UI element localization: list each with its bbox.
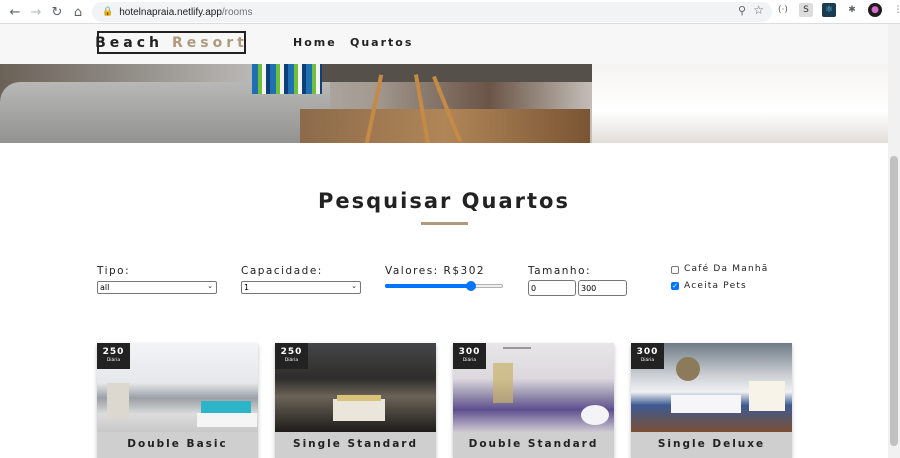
tamanho-max-input[interactable]: 300	[578, 280, 627, 296]
tipo-select[interactable]: all ⌄	[97, 281, 217, 294]
room-price-period: Diária	[106, 358, 121, 363]
room-price-badge: 250 Diária	[275, 343, 308, 369]
room-photo-bed	[671, 395, 741, 413]
lock-icon: 🔒	[102, 7, 114, 17]
capacidade-label: Capacidade:	[241, 265, 323, 277]
room-price-badge: 300 Diária	[631, 343, 664, 369]
extension-code-icon[interactable]: (·)	[776, 3, 790, 17]
room-name[interactable]: Single Standard	[275, 432, 436, 458]
room-price-period: Diária	[462, 358, 477, 363]
hero-banner-image	[0, 64, 888, 143]
price-range-fill	[385, 284, 472, 288]
home-icon[interactable]: ⌂	[67, 1, 89, 23]
browser-toolbar: ← → ↻ ⌂ 🔒 hotelnapraia.netlify.app/rooms…	[0, 0, 900, 24]
hero-bed	[592, 64, 888, 143]
room-photo-curtain	[107, 383, 129, 418]
room-name[interactable]: Double Standard	[453, 432, 614, 458]
room-photo-window	[749, 381, 785, 411]
aceita-pets-checkbox[interactable]: ✓	[671, 282, 679, 290]
tipo-select-value: all	[100, 283, 110, 292]
hero-table-top	[300, 64, 592, 82]
tipo-label: Tipo:	[97, 265, 131, 277]
room-photo-chandelier	[503, 347, 531, 357]
extension-react-icon[interactable]: ⚛	[822, 3, 836, 17]
room-photo-wall-art	[676, 357, 700, 381]
aceita-pets-label: Aceita Pets	[684, 281, 747, 291]
room-card[interactable]: 250 Diária Single Standard	[275, 343, 436, 458]
extensions-puzzle-icon[interactable]: ✱	[845, 3, 859, 17]
hero-pillow	[252, 64, 322, 94]
search-section-title: Pesquisar Quartos	[318, 189, 570, 213]
room-card[interactable]: 250 Diária Double Basic	[97, 343, 258, 458]
chevron-down-icon: ⌄	[207, 282, 213, 290]
room-price-badge: 300 Diária	[453, 343, 486, 369]
cafe-da-manha-label: Café Da Manhã	[684, 264, 769, 274]
room-photo-pillow	[337, 395, 381, 401]
site-navbar: Beach Resort Home Quartos	[0, 24, 888, 64]
title-underline	[421, 222, 468, 225]
nav-quartos-link[interactable]: Quartos	[350, 36, 413, 49]
site-logo[interactable]: Beach Resort	[95, 31, 248, 54]
back-arrow-icon[interactable]: ←	[4, 1, 26, 23]
room-photo-mirror	[493, 363, 513, 403]
valores-label: Valores: R$302	[385, 265, 486, 277]
address-bar[interactable]: 🔒 hotelnapraia.netlify.app/rooms ⚲ ☆	[92, 2, 772, 22]
forward-arrow-icon[interactable]: →	[25, 1, 47, 23]
browser-menu-icon[interactable]: ⋮	[891, 3, 900, 17]
logo-word-beach: Beach	[95, 34, 164, 51]
room-price-period: Diária	[284, 358, 299, 363]
tamanho-label: Tamanho:	[528, 265, 592, 277]
logo-word-resort: Resort	[172, 34, 248, 51]
room-price: 300	[636, 347, 659, 357]
reload-icon[interactable]: ↻	[46, 1, 68, 23]
room-price: 300	[458, 347, 481, 357]
room-name[interactable]: Single Deluxe	[631, 432, 792, 458]
url-path: /rooms	[221, 6, 253, 18]
profile-avatar[interactable]: ●	[868, 3, 882, 17]
cafe-da-manha-checkbox[interactable]	[671, 266, 679, 274]
room-price-period: Diária	[640, 358, 655, 363]
extension-s-icon[interactable]: S	[799, 3, 813, 17]
tamanho-min-input[interactable]: 0	[528, 280, 576, 296]
room-price-badge: 250 Diária	[97, 343, 130, 369]
room-photo-side-table	[581, 405, 609, 425]
price-range-thumb[interactable]	[466, 281, 477, 291]
bookmark-star-icon[interactable]: ☆	[753, 3, 764, 17]
room-price: 250	[102, 347, 125, 357]
room-price: 250	[280, 347, 303, 357]
room-name[interactable]: Double Basic	[97, 432, 258, 458]
room-card[interactable]: 300 Diária Double Standard	[453, 343, 614, 458]
room-card[interactable]: 300 Diária Single Deluxe	[631, 343, 792, 458]
capacidade-select[interactable]: 1 ⌄	[241, 281, 361, 294]
zoom-icon[interactable]: ⚲	[738, 4, 746, 17]
capacidade-select-value: 1	[244, 283, 250, 292]
url-host: hotelnapraia.netlify.app	[119, 6, 222, 18]
chevron-down-icon: ⌄	[351, 282, 357, 290]
room-photo-bed	[333, 399, 385, 421]
room-photo-bed	[197, 413, 257, 427]
nav-home-link[interactable]: Home	[293, 36, 337, 49]
page-scrollbar-thumb[interactable]	[890, 156, 898, 446]
hero-floor	[300, 109, 590, 143]
